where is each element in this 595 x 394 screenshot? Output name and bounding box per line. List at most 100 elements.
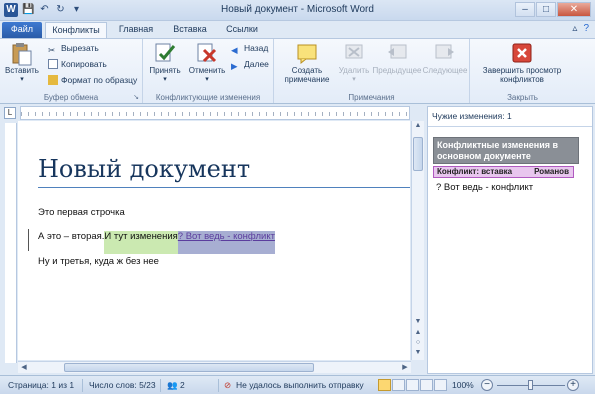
conflict-content[interactable]: ? Вот ведь - конфликт [436, 182, 533, 193]
tab-home[interactable]: Главная [110, 22, 162, 38]
group-label-notes: Примечания [348, 93, 395, 102]
vertical-scrollbar[interactable]: ▲ ▼ ▲ ○ ▼ [411, 121, 424, 360]
create-note-label-2: примечание [284, 75, 330, 84]
ribbon-controls: ▵ ? [572, 23, 589, 34]
vertical-ruler[interactable] [4, 123, 17, 363]
tab-file[interactable]: Файл [2, 22, 42, 38]
word-count[interactable]: Число слов: 5/23 [89, 380, 156, 390]
minimize-button[interactable]: – [515, 2, 535, 17]
status-bar: Страница: 1 из 1 Число слов: 5/23 👥 2 ⊘ … [0, 375, 595, 394]
document-page[interactable]: Новый документ Это первая строчка А это … [18, 121, 410, 360]
reject-button[interactable]: Отменить ▾ [187, 42, 227, 84]
group-close: Завершить просмотр конфликтов Закрыть [470, 39, 575, 103]
vertical-ruler-track [5, 123, 16, 363]
paste-icon [11, 42, 33, 66]
paste-button[interactable]: Вставить ▾ [4, 42, 40, 84]
format-painter-label: Формат по образцу [61, 75, 138, 85]
title-bar: W 💾 ↶ ↻ ▾ Новый документ - Microsoft Wor… [0, 0, 595, 21]
people-icon[interactable]: 👥 [167, 380, 178, 391]
zoom-level[interactable]: 100% [452, 380, 474, 390]
horizontal-scroll-thumb[interactable] [64, 363, 314, 372]
send-status[interactable]: Не удалось выполнить отправку [236, 380, 364, 390]
create-note-button[interactable]: Создать примечание [278, 42, 336, 84]
next-page-icon[interactable]: ▼ [412, 348, 424, 358]
draft-view-icon[interactable] [434, 379, 447, 391]
conflict-text[interactable]: ? Вот ведь - конфликт [177, 231, 275, 254]
accept-button[interactable]: Принять ▾ [147, 42, 183, 84]
finish-review-button[interactable]: Завершить просмотр конфликтов [472, 42, 572, 84]
status-divider [160, 379, 161, 392]
brush-icon [48, 75, 58, 85]
previous-note-button[interactable]: Предыдущее [370, 42, 424, 75]
tab-references[interactable]: Ссылки [218, 22, 266, 38]
window-controls: – □ ✕ [515, 2, 591, 17]
reject-icon [196, 42, 218, 64]
paragraph-1[interactable]: Это первая строчка [38, 207, 125, 218]
dialog-launcher-icon[interactable]: ↘ [133, 93, 139, 101]
full-screen-view-icon[interactable] [392, 379, 405, 391]
horizontal-ruler[interactable] [20, 106, 410, 120]
tab-insert[interactable]: Вставка [164, 22, 216, 38]
scroll-up-icon[interactable]: ▲ [412, 121, 424, 131]
copy-button[interactable]: Копировать [48, 59, 107, 70]
maximize-button[interactable]: □ [536, 2, 556, 17]
cut-button[interactable]: ✂ Вырезать [48, 43, 99, 55]
format-painter-button[interactable]: Формат по образцу [48, 75, 137, 86]
tab-conflicts[interactable]: Конфликты [45, 22, 107, 38]
horizontal-scrollbar[interactable]: ◀ ▶ [18, 361, 411, 373]
group-clipboard: Вставить ▾ ✂ Вырезать Копировать Формат п… [0, 39, 143, 103]
pane-header: Чужие изменения: 1 [432, 111, 512, 121]
next-note-label: Следующее [422, 66, 468, 75]
zoom-slider-thumb[interactable] [528, 380, 533, 390]
zoom-out-icon[interactable]: − [481, 379, 493, 391]
page-count[interactable]: Страница: 1 из 1 [8, 380, 74, 390]
previous-note-icon [386, 42, 408, 64]
status-divider [218, 379, 219, 392]
scroll-left-icon[interactable]: ◀ [18, 362, 30, 373]
cut-label: Вырезать [61, 43, 99, 53]
next-change-button[interactable]: ▶ Далее [231, 59, 269, 71]
group-label-conflict-changes: Конфликтующие изменения [155, 93, 261, 102]
paragraph-2-plain: А это – вторая. [38, 231, 105, 242]
finish-review-label-2: конфликтов [500, 75, 544, 84]
minimize-ribbon-icon[interactable]: ▵ [572, 23, 577, 34]
scissors-icon: ✂ [48, 45, 56, 55]
change-bar [28, 229, 29, 251]
web-layout-view-icon[interactable] [406, 379, 419, 391]
inserted-text[interactable]: И тут изменения [104, 231, 178, 254]
copy-label: Копировать [61, 59, 107, 69]
document-title[interactable]: Новый документ [38, 155, 250, 183]
vertical-scroll-thumb[interactable] [413, 137, 423, 171]
delete-note-button[interactable]: Удалить ▾ [334, 42, 374, 84]
delete-note-label: Удалить [338, 66, 370, 75]
print-layout-view-icon[interactable] [378, 379, 391, 391]
paragraph-2[interactable]: А это – вторая. И тут изменения ? Вот ве… [38, 231, 275, 254]
next-note-icon [434, 42, 456, 64]
conflict-row[interactable]: Конфликт: вставка Романов [433, 166, 574, 178]
help-icon[interactable]: ? [583, 23, 589, 34]
delete-note-icon [343, 42, 365, 64]
reject-label: Отменить [188, 66, 226, 75]
next-note-button[interactable]: Следующее [420, 42, 470, 75]
arrow-forward-icon: ▶ [231, 61, 238, 71]
scroll-right-icon[interactable]: ▶ [399, 362, 411, 373]
previous-page-icon[interactable]: ▲ [412, 328, 424, 338]
previous-change-button[interactable]: ◀ Назад [231, 43, 268, 55]
accept-label: Принять [149, 66, 181, 75]
editor-count[interactable]: 2 [180, 380, 185, 390]
group-notes: Создать примечание Удалить ▾ Предыдущее … [274, 39, 470, 103]
finish-review-label-1: Завершить просмотр [482, 66, 562, 75]
ribbon: Вставить ▾ ✂ Вырезать Копировать Формат п… [0, 38, 595, 104]
warning-icon: ⊘ [224, 380, 232, 390]
tab-selector[interactable]: L [4, 107, 16, 119]
conflict-author: Романов [534, 167, 569, 176]
ribbon-tab-row: Файл Конфликты Главная Вставка Ссылки ▵ … [0, 21, 595, 38]
zoom-in-icon[interactable]: + [567, 379, 579, 391]
copy-icon [48, 59, 58, 69]
browse-object-icon[interactable]: ○ [412, 338, 424, 348]
outline-view-icon[interactable] [420, 379, 433, 391]
paragraph-3[interactable]: Ну и третья, куда ж без нее [38, 256, 159, 267]
scroll-down-icon[interactable]: ▼ [412, 317, 424, 327]
close-button[interactable]: ✕ [557, 2, 591, 17]
group-label-close: Закрыть [507, 93, 538, 102]
